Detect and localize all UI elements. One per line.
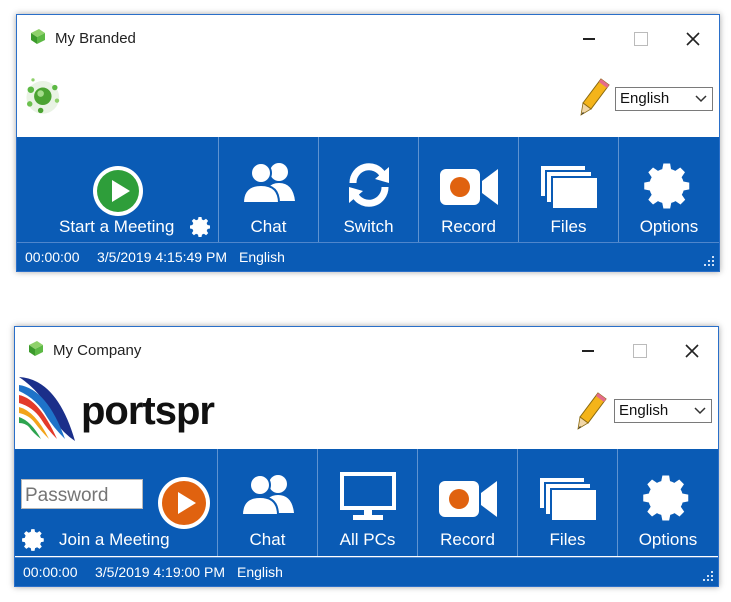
- window-controls: [548, 337, 718, 365]
- title-bar[interactable]: My Branded: [17, 15, 719, 47]
- switch-label: Switch: [343, 217, 394, 236]
- maximize-button[interactable]: [620, 337, 660, 365]
- record-button[interactable]: Record: [418, 449, 517, 556]
- chat-button[interactable]: Chat: [218, 449, 317, 556]
- status-bar: 00:00:00 3/5/2019 4:19:00 PM English: [15, 557, 718, 586]
- options-button[interactable]: Options: [619, 137, 719, 243]
- record-camera-icon: [438, 481, 497, 517]
- title-bar[interactable]: My Company: [15, 327, 718, 359]
- brand-logo-swoosh: [19, 377, 75, 441]
- app-logo-icon: [31, 29, 45, 44]
- language-select[interactable]: English: [615, 87, 713, 111]
- files-label: Files: [549, 530, 586, 549]
- options-label: Options: [639, 217, 699, 236]
- options-gear-icon: [644, 163, 690, 209]
- settings-gear-icon[interactable]: [21, 527, 47, 553]
- close-icon: [686, 32, 700, 46]
- settings-gear-icon[interactable]: [189, 215, 213, 239]
- minimize-icon: [583, 38, 595, 40]
- app-logo-icon: [29, 341, 43, 356]
- close-icon: [685, 344, 699, 358]
- minimize-button[interactable]: [569, 25, 609, 53]
- status-elapsed: 00:00:00: [25, 249, 80, 265]
- resize-grip-icon[interactable]: [702, 570, 714, 582]
- password-input[interactable]: [21, 479, 143, 509]
- status-language: English: [237, 564, 283, 580]
- options-label: Options: [638, 530, 698, 549]
- maximize-icon: [633, 344, 647, 358]
- brand-name: portspr: [81, 389, 215, 433]
- status-elapsed: 00:00:00: [23, 564, 78, 580]
- window-title: My Company: [53, 342, 142, 359]
- window-my-branded: My Branded English Start a Meeting Chat …: [16, 14, 720, 272]
- join-play-button[interactable]: [157, 476, 211, 530]
- pencil-icon[interactable]: [577, 77, 611, 117]
- status-bar: 00:00:00 3/5/2019 4:15:49 PM English: [17, 242, 719, 271]
- language-value: English: [620, 90, 670, 107]
- close-button[interactable]: [673, 25, 713, 53]
- language-select[interactable]: English: [614, 399, 712, 423]
- files-button[interactable]: Files: [519, 137, 618, 243]
- maximize-button[interactable]: [621, 25, 661, 53]
- maximize-icon: [634, 32, 648, 46]
- pencil-icon[interactable]: [574, 391, 608, 431]
- window-title: My Branded: [55, 30, 136, 47]
- files-label: Files: [550, 217, 587, 236]
- chat-users-icon: [240, 474, 294, 516]
- chevron-down-icon: [694, 407, 706, 415]
- files-button[interactable]: Files: [518, 449, 617, 556]
- files-stack-icon: [538, 164, 599, 210]
- brand-logo: [26, 78, 60, 114]
- window-controls: [549, 25, 719, 53]
- minimize-icon: [582, 350, 594, 352]
- chat-label: Chat: [250, 217, 287, 236]
- window-my-company: My Company portspr English Password Join…: [14, 326, 719, 587]
- record-camera-icon: [439, 169, 498, 205]
- chat-users-icon: [241, 162, 295, 204]
- switch-arrows-icon: [348, 163, 389, 207]
- start-meeting-button[interactable]: Start a Meeting: [17, 137, 218, 243]
- chat-label: Chat: [249, 530, 286, 549]
- monitor-icon: [339, 472, 396, 520]
- all-pcs-label: All PCs: [339, 530, 396, 549]
- record-button[interactable]: Record: [419, 137, 518, 243]
- close-button[interactable]: [672, 337, 712, 365]
- status-datetime: 3/5/2019 4:19:00 PM: [95, 564, 225, 580]
- join-meeting-button[interactable]: Join a Meeting: [59, 530, 170, 550]
- main-toolbar: Start a Meeting Chat Switch Record Files…: [17, 137, 719, 243]
- play-icon: [93, 166, 143, 216]
- files-stack-icon: [537, 476, 598, 522]
- record-label: Record: [440, 530, 495, 549]
- record-label: Record: [441, 217, 496, 236]
- start-meeting-label: Start a Meeting: [59, 217, 175, 236]
- status-datetime: 3/5/2019 4:15:49 PM: [97, 249, 227, 265]
- language-value: English: [619, 402, 669, 419]
- switch-button[interactable]: Switch: [319, 137, 418, 243]
- main-toolbar: Join a Meeting Chat All PCs: [15, 449, 718, 556]
- resize-grip-icon[interactable]: [703, 255, 715, 267]
- options-button[interactable]: Options: [618, 449, 718, 556]
- status-language: English: [239, 249, 285, 265]
- all-pcs-button[interactable]: All PCs: [318, 449, 417, 556]
- chat-button[interactable]: Chat: [219, 137, 318, 243]
- minimize-button[interactable]: [568, 337, 608, 365]
- options-gear-icon: [643, 475, 689, 521]
- chevron-down-icon: [695, 95, 707, 103]
